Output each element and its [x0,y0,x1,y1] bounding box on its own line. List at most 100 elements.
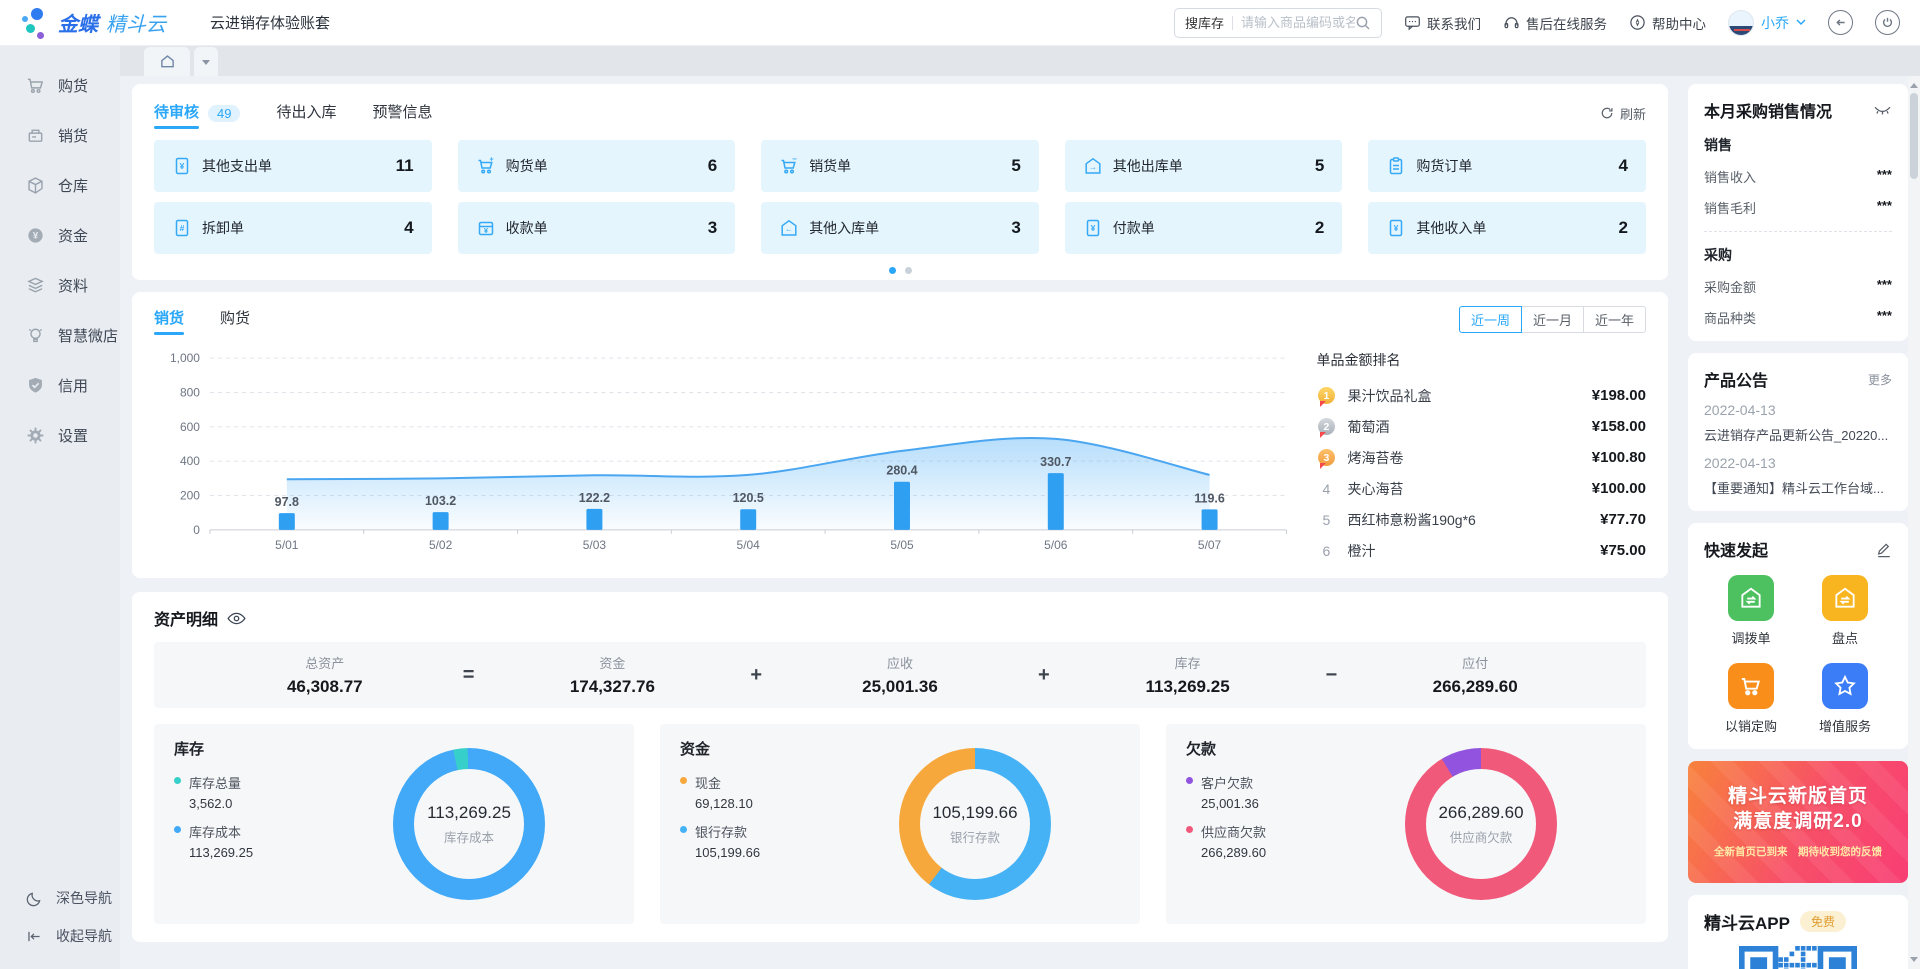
sidebar-item-label: 信用 [58,375,88,396]
funds-donut-chart[interactable]: 105,199.66银行存款 [899,748,1051,900]
pagination-dot-2[interactable] [905,267,912,274]
card-label: 购货单 [506,156,548,176]
pagination-dot-1[interactable] [889,267,896,274]
quick-transfer-order[interactable]: 调拨单 [1704,575,1798,647]
tab-list-dropdown[interactable] [194,47,218,76]
avatar [1728,10,1754,36]
card-label: 其他收入单 [1416,218,1486,238]
logout-button[interactable] [1875,10,1900,35]
inventory-search-box[interactable]: 搜库存 [1174,8,1382,38]
sidebar-item-purchase[interactable]: 购货 [0,60,120,110]
sidebar-item-warehouse[interactable]: 仓库 [0,160,120,210]
tab-pending-approval[interactable]: 待审核 49 [154,92,240,134]
ranking-row[interactable]: 4 夹心海苔 ¥100.00 [1316,473,1646,504]
tab-home[interactable] [144,47,190,76]
card-other-income[interactable]: ¥ 其他收入单 2 [1368,202,1646,254]
card-sales-order[interactable]: − 销货单 5 [761,140,1039,192]
search-icon[interactable] [1355,15,1371,31]
yen-circle-icon: ¥ [26,226,45,245]
back-button[interactable] [1828,10,1853,35]
sidebar-item-funds[interactable]: ¥ 资金 [0,210,120,260]
sidebar-item-credit[interactable]: 信用 [0,360,120,410]
card-other-outbound[interactable]: → 其他出库单 5 [1065,140,1343,192]
clipboard-icon [1386,156,1406,176]
card-count: 6 [708,156,717,176]
sidebar-item-data[interactable]: 资料 [0,260,120,310]
scroll-up-arrow[interactable] [1910,79,1918,88]
range-year-button[interactable]: 近一年 [1583,306,1646,333]
app-logo[interactable]: 金蝶 精斗云 [20,5,166,41]
more-link[interactable]: 更多 [1868,371,1892,388]
ranking-row[interactable]: 2 葡萄酒 ¥158.00 [1316,411,1646,442]
donut-panel-title: 资金 [680,738,830,759]
collapse-nav-label: 收起导航 [56,926,112,946]
search-input[interactable] [1241,15,1355,30]
kv-value-masked: *** [1877,167,1892,186]
legend-value: 113,269.25 [189,845,253,860]
card-purchase-request[interactable]: 购货订单 4 [1368,140,1646,192]
legend-item: 客户欠款 25,001.36 [1186,773,1336,811]
tab-pending-in-out[interactable]: 待出入库 [276,92,336,134]
ranking-item-name: 橙汁 [1347,541,1600,561]
chevron-down-icon [202,60,210,69]
kv-row: 采购金额 *** [1704,277,1892,296]
vertical-scrollbar[interactable] [1908,76,1920,969]
card-purchase-order[interactable]: + 购货单 6 [458,140,736,192]
legend-label: 库存总量 [189,773,241,792]
ranking-item-name: 西红柿意粉酱190g*6 [1347,510,1600,530]
month-summary-title: 本月采购销售情况 [1704,98,1832,122]
ranking-row[interactable]: 3 烤海苔卷 ¥100.80 [1316,442,1646,473]
card-disassembly[interactable]: # 拆卸单 4 [154,202,432,254]
inventory-donut-panel: 库存 库存总量 3,562.0 库存成本 [154,724,634,924]
card-payment[interactable]: ¥ 付款单 2 [1065,202,1343,254]
inventory-donut-chart[interactable]: 113,269.25库存成本 [393,748,545,900]
sidebar-item-sales[interactable]: 销货 [0,110,120,160]
stat-label: 总资产 [194,653,456,672]
kv-label: 销售收入 [1704,167,1756,186]
card-receipt[interactable]: ¥ 收款单 3 [458,202,736,254]
survey-banner[interactable]: 精斗云新版首页 满意度调研2.0 全新首页已到来 期待收到您的反馈 [1688,761,1908,883]
sidebar-item-smart-shop[interactable]: 智慧微店 [0,310,120,360]
sales-trend-chart[interactable]: 02004006008001,00097.85/01103.25/02122.2… [154,340,1302,562]
scroll-down-arrow[interactable] [1910,957,1918,966]
eye-closed-icon[interactable] [1873,104,1892,117]
dark-nav-toggle[interactable]: 深色导航 [0,879,120,917]
divider [1232,16,1233,30]
scrollbar-thumb[interactable] [1910,93,1918,179]
ranking-row[interactable]: 6 橙汁 ¥75.00 [1316,535,1646,566]
card-other-inbound[interactable]: ← 其他入库单 3 [761,202,1039,254]
ranking-row[interactable]: 1 果汁饮品礼盒 ¥198.00 [1316,380,1646,411]
range-month-button[interactable]: 近一月 [1521,306,1584,333]
user-menu[interactable]: 小乔 [1728,10,1806,36]
contact-us-link[interactable]: 联系我们 [1404,13,1481,33]
tab-sales-trend[interactable]: 销货 [154,298,184,340]
kv-label: 销售毛利 [1704,198,1756,217]
card-other-expense[interactable]: ¥ 其他支出单 11 [154,140,432,192]
legend-item: 供应商欠款 266,289.60 [1186,822,1336,860]
debt-donut-chart[interactable]: 266,289.60供应商欠款 [1405,748,1557,900]
ranking-item-amount: ¥198.00 [1592,387,1646,404]
quick-purchase-by-sales[interactable]: 以销定购 [1704,663,1798,735]
after-sales-service-link[interactable]: 售后在线服务 [1503,13,1607,33]
help-center-link[interactable]: 帮助中心 [1629,13,1706,33]
announcement-link[interactable]: 【重要通知】精斗云工作台域... [1704,478,1892,497]
refresh-button[interactable]: 刷新 [1600,104,1646,123]
power-icon [1881,16,1894,29]
quick-value-added-service[interactable]: 增值服务 [1798,663,1892,735]
legend-dot [680,777,687,784]
ranking-row[interactable]: 5 西红柿意粉酱190g*6 ¥77.70 [1316,504,1646,535]
svg-text:#: # [180,223,185,233]
tab-purchase-trend[interactable]: 购货 [220,298,250,340]
announcement-link[interactable]: 云进销存产品更新公告_20220... [1704,425,1892,444]
banner-line3: 全新首页已到来 期待收到您的反馈 [1714,844,1882,859]
eye-icon[interactable] [227,612,246,625]
quick-stocktake[interactable]: 盘点 [1798,575,1892,647]
collapse-nav-button[interactable]: 收起导航 [0,917,120,955]
app-title: 精斗云APP [1704,909,1790,934]
sidebar-item-label: 销货 [58,125,88,146]
search-scope-label[interactable]: 搜库存 [1185,13,1224,32]
range-week-button[interactable]: 近一周 [1459,306,1522,333]
tab-alerts[interactable]: 预警信息 [373,92,433,134]
edit-pencil-icon[interactable] [1876,541,1892,558]
sidebar-item-settings[interactable]: 设置 [0,410,120,460]
